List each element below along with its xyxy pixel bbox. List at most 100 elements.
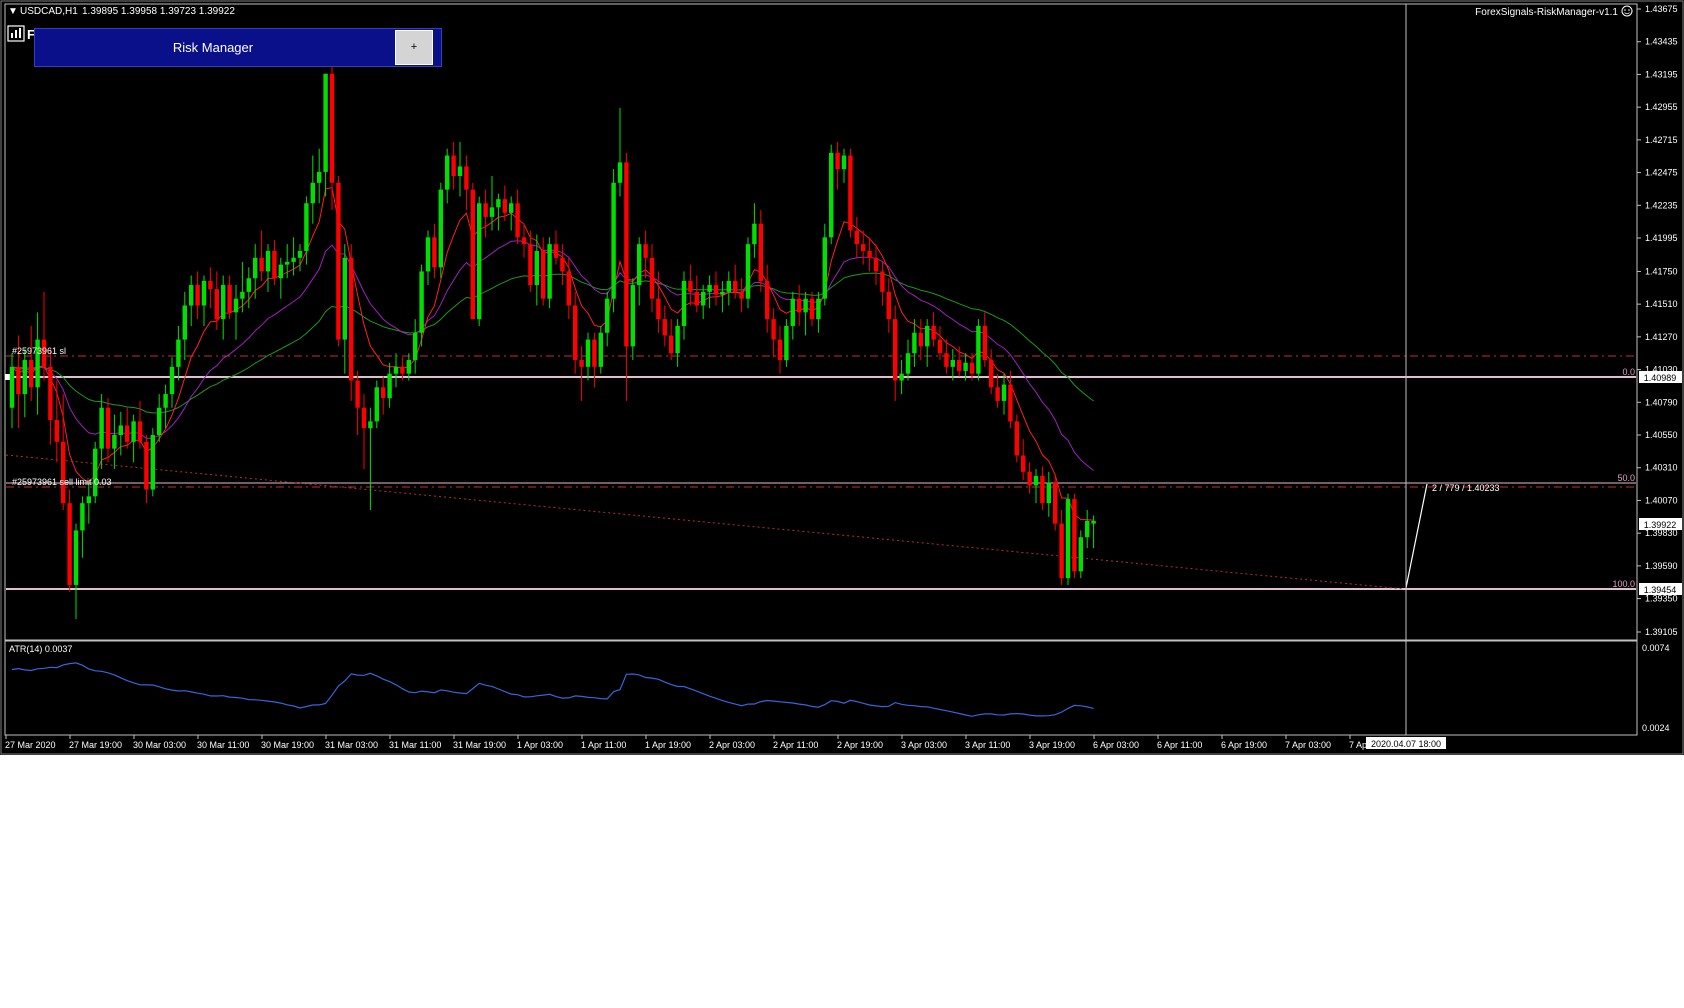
- time-tick-label: 3 Apr 03:00: [901, 740, 947, 750]
- candle-body: [950, 360, 955, 367]
- candle-body: [163, 394, 168, 408]
- candle-body: [566, 271, 571, 306]
- candle: [1053, 475, 1058, 531]
- price-tick-label: 1.43435: [1645, 37, 1678, 47]
- sl-label: #25973961 sl: [12, 346, 66, 356]
- candle: [22, 349, 27, 418]
- candle-body: [336, 182, 341, 340]
- candle: [131, 414, 136, 463]
- candle: [233, 285, 239, 340]
- time-tick-label: 1 Apr 19:00: [645, 740, 691, 750]
- candle: [528, 230, 533, 292]
- candle-body: [509, 203, 514, 213]
- candle: [432, 223, 437, 279]
- price-tick-label: 1.41750: [1645, 266, 1678, 276]
- candle-body: [662, 319, 667, 336]
- candle-body: [560, 257, 565, 272]
- candle: [265, 244, 271, 292]
- candle: [1008, 370, 1013, 429]
- candle-body: [368, 421, 373, 429]
- candle-body: [803, 298, 808, 313]
- candle: [195, 271, 200, 320]
- main-plot-border: [4, 3, 1638, 641]
- atr-top-tick: 0.0074: [1642, 643, 1670, 653]
- candle-body: [592, 339, 597, 367]
- candle-body: [937, 339, 943, 354]
- candle-body: [125, 425, 130, 442]
- candle-body: [406, 360, 411, 374]
- candle-body: [477, 203, 482, 320]
- candle-body: [809, 298, 815, 320]
- candle: [611, 169, 616, 313]
- price-tick-label: 1.41995: [1645, 233, 1678, 243]
- candle: [1001, 373, 1007, 415]
- candle-body: [457, 166, 463, 176]
- candle-body: [208, 280, 213, 290]
- candle: [989, 349, 994, 395]
- candle-body: [688, 280, 693, 292]
- candle-body: [304, 203, 309, 251]
- candle: [867, 237, 872, 272]
- candle: [950, 349, 955, 381]
- candle-body: [643, 244, 648, 258]
- candle: [99, 394, 104, 470]
- candle: [496, 193, 501, 231]
- candle-body: [176, 339, 181, 367]
- candle-body: [854, 230, 859, 245]
- candle: [713, 271, 719, 306]
- candle-body: [355, 380, 360, 408]
- candle-body: [669, 335, 674, 354]
- candle-body: [541, 250, 546, 299]
- risk-manager-panel[interactable]: Risk Manager +: [34, 28, 442, 67]
- candle: [515, 189, 520, 245]
- add-button[interactable]: +: [395, 30, 433, 65]
- chart-canvas[interactable]: 1.43675 1.43435 1.43195 1.42955 1.42715 1.424…: [0, 0, 1684, 755]
- trend-line[interactable]: [5, 454, 1405, 590]
- candle-body: [835, 152, 840, 170]
- candle: [1021, 439, 1026, 480]
- candle: [163, 384, 168, 429]
- candle-body: [22, 360, 27, 395]
- limit-label: #25973961 sell limit 0.03: [12, 477, 112, 487]
- candle: [349, 244, 354, 401]
- candle-body: [432, 237, 437, 268]
- sl-price-label: 1.40989: [1644, 373, 1677, 383]
- price-tick-label: 1.39590: [1645, 561, 1678, 571]
- candle: [848, 148, 853, 238]
- ea-name-label: ForexSignals-RiskManager-v1.1: [1475, 7, 1618, 18]
- price-tick-label: 1.41270: [1645, 332, 1678, 342]
- candle: [560, 244, 565, 286]
- candle-body: [438, 189, 443, 268]
- candle: [579, 346, 584, 401]
- candle-body: [1078, 537, 1083, 572]
- chart-bars-icon[interactable]: [7, 25, 25, 42]
- candle: [451, 141, 456, 190]
- candle: [54, 380, 59, 463]
- candle: [278, 257, 283, 299]
- candle: [982, 312, 987, 367]
- candle: [745, 237, 751, 309]
- candle: [630, 278, 635, 361]
- candle-body: [969, 362, 975, 374]
- candle-body: [861, 244, 866, 251]
- candle: [720, 280, 725, 313]
- candle-body: [99, 407, 104, 449]
- indicator-plot-border: [4, 640, 1638, 736]
- measure-line[interactable]: [1405, 483, 1428, 589]
- candle-body: [681, 280, 687, 326]
- candle-body: [816, 298, 821, 320]
- candle: [669, 319, 674, 361]
- candle: [598, 325, 603, 374]
- candle-body: [694, 291, 699, 306]
- candle: [726, 271, 731, 306]
- price-axis: 1.43675 1.43435 1.43195 1.42955 1.42715 1.424…: [1637, 4, 1678, 637]
- triangle-down-icon[interactable]: ▼: [8, 6, 18, 17]
- candle-body: [464, 166, 469, 190]
- chart-window[interactable]: 1.43675 1.43435 1.43195 1.42955 1.42715 1.424…: [0, 0, 1684, 755]
- price-tick-label: 1.40790: [1645, 397, 1678, 407]
- smiley-icon[interactable]: [1621, 5, 1633, 17]
- candle-body: [323, 73, 328, 172]
- candle: [797, 285, 802, 326]
- time-tick-label: 30 Mar 03:00: [133, 740, 186, 750]
- candle: [1014, 414, 1019, 463]
